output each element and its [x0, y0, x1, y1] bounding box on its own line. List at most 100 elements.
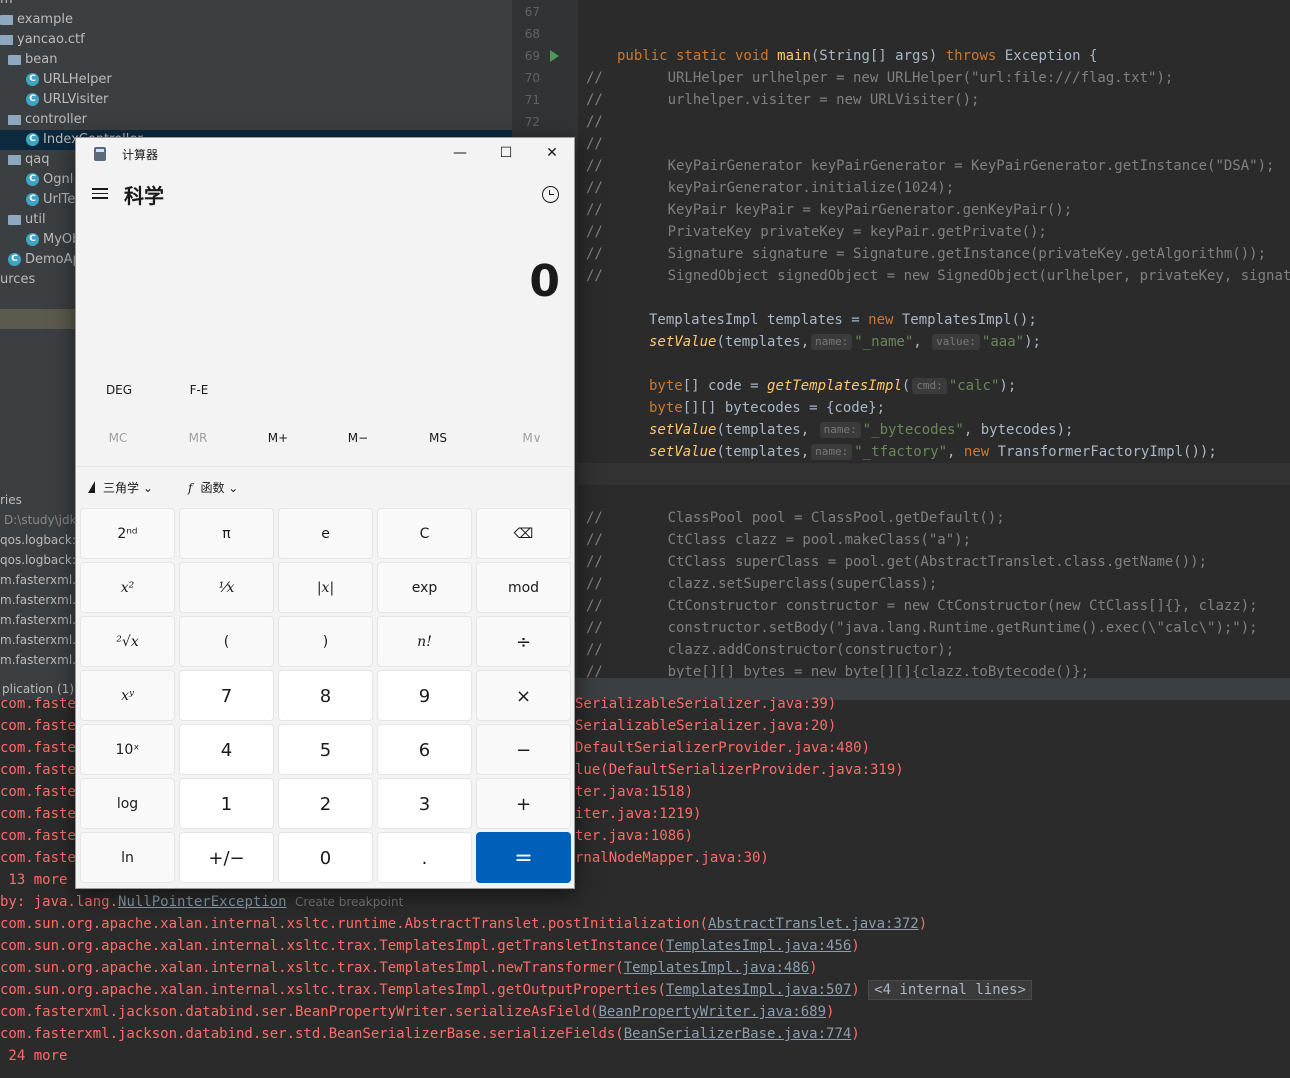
- library-item[interactable]: m.fasterxml.ja: [0, 570, 87, 590]
- close-paren-key[interactable]: ): [278, 616, 373, 667]
- tree-row-qaq[interactable]: qaq: [8, 150, 49, 170]
- tree-row-util[interactable]: util: [8, 210, 46, 230]
- power-key[interactable]: xʸ: [80, 670, 175, 721]
- code-editor[interactable]: 67 68 69 70 71 72 public static void mai…: [512, 0, 1290, 678]
- digit-0-key[interactable]: 0: [278, 832, 373, 883]
- ln-key[interactable]: ln: [80, 832, 175, 883]
- memory-subtract-button[interactable]: M−: [318, 423, 398, 453]
- calculator-window[interactable]: 计算器 — ☐ ✕ 科学 0 DEG F-E MC MR M+ M− MS M∨…: [75, 137, 575, 889]
- deg-button[interactable]: DEG: [94, 375, 144, 405]
- e-key[interactable]: e: [278, 508, 373, 559]
- subtract-key[interactable]: −: [476, 724, 571, 775]
- mode-title: 科学: [124, 184, 164, 208]
- digit-8-key[interactable]: 8: [278, 670, 373, 721]
- mod-key[interactable]: mod: [476, 562, 571, 613]
- code-line-comment: ClassPool pool = ClassPool.getDefault();: [617, 510, 1005, 526]
- backspace-key[interactable]: ⌫: [476, 508, 571, 559]
- close-button[interactable]: ✕: [529, 138, 574, 170]
- digit-7-key[interactable]: 7: [179, 670, 274, 721]
- trigonometry-dropdown[interactable]: 三角学 ⌄: [88, 477, 153, 499]
- code-line-templates: TemplatesImpl templates = new TemplatesI…: [649, 312, 1037, 328]
- fe-button[interactable]: F-E: [174, 375, 224, 405]
- reciprocal-key[interactable]: ¹⁄x: [179, 562, 274, 613]
- tree-row-myob[interactable]: C MyOb: [26, 230, 80, 250]
- digit-9-key[interactable]: 9: [377, 670, 472, 721]
- second-function-key[interactable]: 2ⁿᵈ: [80, 508, 175, 559]
- library-item[interactable]: m.fasterxml.ja: [0, 630, 87, 650]
- tree-row-resources[interactable]: urces: [0, 270, 35, 290]
- negate-key[interactable]: +/−: [179, 832, 274, 883]
- stack-frame-location[interactable]: lue(DefaultSerializerProvider.java:319): [575, 759, 904, 781]
- comment-marker: //: [586, 246, 603, 262]
- factorial-key[interactable]: n!: [377, 616, 472, 667]
- digit-5-key[interactable]: 5: [278, 724, 373, 775]
- equals-key[interactable]: =: [476, 832, 571, 883]
- tree-row-urlvisiter[interactable]: C URLVisiter: [26, 90, 108, 110]
- library-item[interactable]: m.fasterxml.ja: [0, 650, 87, 670]
- memory-add-button[interactable]: M+: [238, 423, 318, 453]
- stack-frame-location[interactable]: rnalNodeMapper.java:30): [575, 847, 769, 869]
- maximize-button[interactable]: ☐: [483, 138, 529, 170]
- library-item[interactable]: m.fasterxml.ja: [0, 610, 87, 630]
- ten-power-key[interactable]: 10ˣ: [80, 724, 175, 775]
- multiply-key[interactable]: ×: [476, 670, 571, 721]
- stack-frame-location[interactable]: iter.java:1219): [575, 803, 701, 825]
- create-breakpoint-link[interactable]: Create breakpoint: [295, 895, 403, 909]
- tree-row-controller[interactable]: controller: [8, 110, 87, 130]
- title-bar[interactable]: 计算器 — ☐ ✕: [76, 138, 574, 170]
- open-paren-key[interactable]: (: [179, 616, 274, 667]
- tree-row-bean[interactable]: bean: [8, 50, 57, 70]
- menu-icon[interactable]: [90, 185, 110, 201]
- divider: [76, 466, 574, 467]
- libraries-label[interactable]: ries: [0, 490, 22, 510]
- stack-frame-location[interactable]: ter.java:1518): [575, 781, 693, 803]
- run-gutter-icon[interactable]: [550, 50, 559, 62]
- code-line-comment: SignedObject signedObject = new SignedOb…: [617, 268, 1290, 284]
- tree-row[interactable]: m: [0, 0, 13, 10]
- history-icon[interactable]: [542, 186, 559, 203]
- internal-lines-fold[interactable]: <4 internal lines>: [868, 980, 1032, 1000]
- log-key[interactable]: log: [80, 778, 175, 829]
- tree-row-demoap[interactable]: C DemoAp: [8, 250, 81, 270]
- memory-list-button[interactable]: M∨: [492, 423, 572, 453]
- tree-row-example[interactable]: example: [0, 10, 73, 30]
- jdk-path[interactable]: D:\study\jdk: [4, 510, 77, 530]
- java-class-icon: C: [26, 173, 39, 186]
- digit-1-key[interactable]: 1: [179, 778, 274, 829]
- tree-row-urlhelper[interactable]: C URLHelper: [26, 70, 112, 90]
- library-item[interactable]: qos.logback:: [0, 530, 76, 550]
- chevron-down-icon: ⌄: [142, 481, 153, 495]
- exception-link[interactable]: NullPointerException: [118, 894, 287, 910]
- memory-store-button[interactable]: MS: [398, 423, 478, 453]
- stack-frame-location[interactable]: SerializableSerializer.java:20): [575, 715, 836, 737]
- digit-3-key[interactable]: 3: [377, 778, 472, 829]
- comment-marker: //: [586, 554, 603, 570]
- stack-frame-location[interactable]: SerializableSerializer.java:39): [575, 693, 836, 715]
- stack-frame-location[interactable]: DefaultSerializerProvider.java:480): [575, 737, 870, 759]
- tree-row-yancao[interactable]: yancao.ctf: [0, 30, 85, 50]
- library-item[interactable]: m.fasterxml.ja: [0, 590, 87, 610]
- memory-recall-button[interactable]: MR: [158, 423, 238, 453]
- add-key[interactable]: +: [476, 778, 571, 829]
- pi-key[interactable]: π: [179, 508, 274, 559]
- minimize-button[interactable]: —: [437, 138, 483, 170]
- exp-key[interactable]: exp: [377, 562, 472, 613]
- digit-2-key[interactable]: 2: [278, 778, 373, 829]
- divide-key[interactable]: ÷: [476, 616, 571, 667]
- digit-4-key[interactable]: 4: [179, 724, 274, 775]
- memory-clear-button[interactable]: MC: [78, 423, 158, 453]
- stack-frame-location[interactable]: ter.java:1086): [575, 825, 693, 847]
- decimal-key[interactable]: .: [377, 832, 472, 883]
- square-root-key[interactable]: ²√x: [80, 616, 175, 667]
- tree-row-ognl[interactable]: C Ognl: [26, 170, 73, 190]
- comment-marker: //: [586, 92, 603, 108]
- absolute-key[interactable]: |x|: [278, 562, 373, 613]
- function-dropdown[interactable]: f 函数 ⌄: [188, 477, 238, 499]
- clear-key[interactable]: C: [377, 508, 472, 559]
- square-key[interactable]: x²: [80, 562, 175, 613]
- tree-row-urlte[interactable]: C UrlTe: [26, 190, 75, 210]
- digit-6-key[interactable]: 6: [377, 724, 472, 775]
- code-line-setvalue-bytecodes: setValue(templates, name: "_bytecodes", b…: [649, 422, 1074, 438]
- library-item[interactable]: qos.logback:: [0, 550, 76, 570]
- folder-icon: [0, 14, 13, 25]
